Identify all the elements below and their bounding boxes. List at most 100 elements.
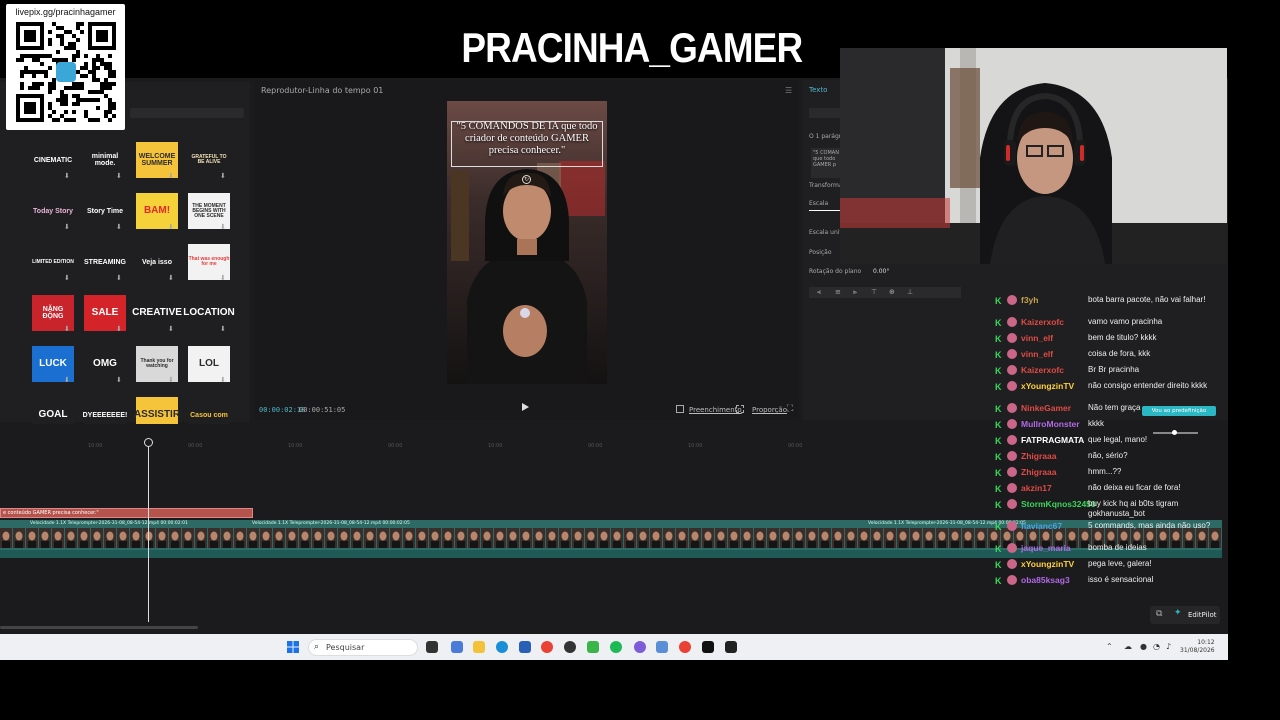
scale-slider[interactable] — [809, 210, 841, 211]
download-icon[interactable]: ⬇ — [220, 325, 226, 333]
chat-text: isso é sensacional — [1088, 575, 1154, 584]
widgets-icon[interactable] — [451, 641, 463, 653]
tray-mic-icon[interactable]: ● — [1140, 642, 1147, 651]
download-icon[interactable]: ⬇ — [116, 325, 122, 333]
kick-icon: K — [995, 350, 1002, 360]
fill-mode-icon[interactable] — [676, 405, 684, 413]
align-center-icon[interactable]: ≡ — [835, 288, 841, 296]
store-icon[interactable] — [519, 641, 531, 653]
volume-icon[interactable]: ♪ — [1166, 642, 1171, 651]
chat-username[interactable]: vinn_elf — [1021, 333, 1053, 343]
player-panel: Reprodutor-Linha do tempo 01 ☰ "5 COMAND… — [255, 80, 799, 420]
chat-username[interactable]: jaque_maria — [1021, 543, 1071, 553]
chat-username[interactable]: Zhigraaa — [1021, 467, 1056, 477]
chat-username[interactable]: xYoungzinTV — [1021, 559, 1074, 569]
tray-chevron-icon[interactable]: ⌃ — [1106, 642, 1113, 651]
crop-icon[interactable] — [736, 405, 744, 413]
download-icon[interactable]: ⬇ — [64, 325, 70, 333]
download-icon[interactable]: ⬇ — [64, 172, 70, 180]
rotation-value[interactable]: 0.00° — [873, 268, 889, 275]
task-view-icon[interactable] — [426, 641, 438, 653]
kick-icon: K — [995, 420, 1002, 430]
editpilot-bar: ⧉ ✦ EditPilot — [1150, 606, 1220, 624]
avatar — [1007, 403, 1017, 413]
preset-pill[interactable]: Vou ao predefinição — [1142, 406, 1216, 416]
ratio-button[interactable]: Proporção — [752, 406, 787, 414]
notepad-icon[interactable] — [656, 641, 668, 653]
chat-username[interactable]: akzin17 — [1021, 483, 1052, 493]
download-icon[interactable]: ⬇ — [116, 274, 122, 282]
download-icon[interactable]: ⬇ — [220, 274, 226, 282]
chrome-profile-icon[interactable] — [679, 641, 691, 653]
chat-username[interactable]: f3yh — [1021, 295, 1038, 305]
chat-username[interactable]: Kaizerxofc — [1021, 317, 1064, 327]
taskbar-clock[interactable]: 10:12 31/08/2026 — [1180, 639, 1215, 655]
chat-text: hmm...?? — [1088, 467, 1122, 476]
download-icon[interactable]: ⬇ — [64, 376, 70, 384]
app-green-icon[interactable] — [587, 641, 599, 653]
avatar — [1007, 317, 1017, 327]
align-bottom-icon[interactable]: ⊥ — [907, 288, 913, 296]
align-top-icon[interactable]: ⊤ — [871, 288, 877, 296]
avatar — [1007, 483, 1017, 493]
download-icon[interactable]: ⬇ — [168, 223, 174, 231]
fill-mode-button[interactable]: Preenchimento — [689, 406, 742, 414]
align-middle-icon[interactable]: ⊕ — [889, 288, 895, 296]
editpilot-button[interactable]: EditPilot — [1188, 611, 1217, 619]
chat-username[interactable]: NinkeGamer — [1021, 403, 1071, 413]
windows-start-icon[interactable] — [287, 641, 299, 653]
download-icon[interactable]: ⬇ — [168, 274, 174, 282]
taskbar-search[interactable]: ⌕ Pesquisar — [308, 639, 418, 656]
chat-message: K Kaizerxofc Br Br pracinha — [990, 364, 1220, 380]
editpilot-icon: ✦ — [1174, 608, 1182, 618]
download-icon[interactable]: ⬇ — [64, 274, 70, 282]
menu-icon[interactable]: ☰ — [785, 86, 792, 95]
video-preview[interactable]: "5 COMANDOS DE IA que todo criador de co… — [447, 101, 607, 384]
download-icon[interactable]: ⬇ — [220, 376, 226, 384]
timeline-scrollbar[interactable] — [0, 626, 198, 629]
zoom-slider-knob[interactable] — [1172, 430, 1177, 435]
crop-frame-icon[interactable]: ⧉ — [1156, 609, 1162, 619]
spotify-icon[interactable] — [610, 641, 622, 653]
chrome-icon[interactable] — [541, 641, 553, 653]
panel-search-bar[interactable] — [130, 108, 244, 118]
playhead-handle[interactable] — [144, 438, 153, 447]
chat-username[interactable]: Zhigraaa — [1021, 451, 1056, 461]
chat-text: bomba de ideias — [1088, 543, 1147, 552]
chat-text: vamo vamo pracinha — [1088, 317, 1163, 326]
download-icon[interactable]: ⬇ — [64, 223, 70, 231]
fullscreen-icon[interactable]: ⛶ — [787, 405, 793, 414]
align-right-icon[interactable]: ⫸ — [853, 288, 857, 297]
tray-cloud-icon[interactable]: ☁ — [1124, 642, 1132, 651]
text-clip[interactable]: e conteúdo GAMER precisa conhecer." — [0, 508, 253, 518]
align-toolbar: ⫷ ≡ ⫸ ⊤ ⊕ ⊥ — [809, 287, 961, 298]
obs-icon[interactable] — [564, 641, 576, 653]
chat-username[interactable]: MulIroMonster — [1021, 419, 1080, 429]
rotate-handle-icon[interactable]: ↻ — [522, 175, 531, 184]
chat-username[interactable]: vinn_elf — [1021, 349, 1053, 359]
download-icon[interactable]: ⬇ — [220, 172, 226, 180]
download-icon[interactable]: ⬇ — [116, 223, 122, 231]
edge-icon[interactable] — [496, 641, 508, 653]
download-icon[interactable]: ⬇ — [168, 376, 174, 384]
align-left-icon[interactable]: ⫷ — [817, 288, 821, 297]
chat-username[interactable]: flavianc67 — [1021, 521, 1062, 531]
download-icon[interactable]: ⬇ — [168, 172, 174, 180]
editor-app-icon[interactable] — [725, 641, 737, 653]
capcut-icon[interactable] — [702, 641, 714, 653]
chat-username[interactable]: StormKqnos32450 — [1021, 499, 1096, 509]
chat-username[interactable]: FATPRAGMATA — [1021, 435, 1084, 445]
file-explorer-icon[interactable] — [473, 641, 485, 653]
chat-username[interactable]: Kaizerxofc — [1021, 365, 1064, 375]
chat-username[interactable]: oba85ksag3 — [1021, 575, 1070, 585]
download-icon[interactable]: ⬇ — [220, 223, 226, 231]
chat-username[interactable]: xYoungzinTV — [1021, 381, 1074, 391]
tab-text[interactable]: Texto — [809, 86, 827, 94]
play-icon[interactable] — [522, 403, 529, 411]
download-icon[interactable]: ⬇ — [116, 172, 122, 180]
playhead[interactable] — [148, 440, 149, 622]
wifi-icon[interactable]: ◔ — [1153, 642, 1160, 651]
download-icon[interactable]: ⬇ — [168, 325, 174, 333]
download-icon[interactable]: ⬇ — [116, 376, 122, 384]
discord-icon[interactable] — [634, 641, 646, 653]
